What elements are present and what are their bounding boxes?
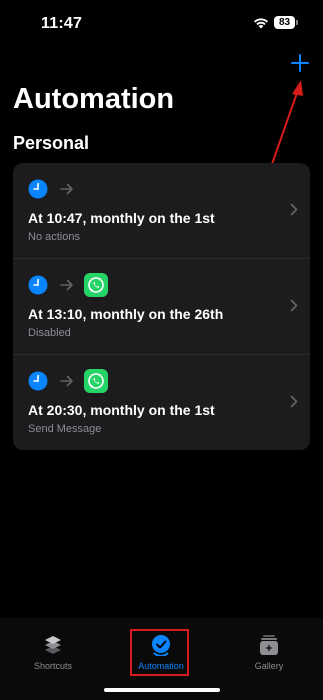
clock-icon (28, 371, 48, 391)
automation-subtitle: No actions (28, 231, 80, 243)
automation-item[interactable]: At 10:47, monthly on the 1st No actions (13, 163, 310, 259)
clock-icon (28, 275, 48, 295)
whatsapp-icon (84, 369, 108, 393)
automation-icons (28, 177, 74, 201)
plus-icon (291, 54, 309, 72)
section-title: Personal (13, 133, 90, 153)
chevron-right-icon (290, 203, 298, 216)
tab-gallery[interactable]: Gallery (229, 634, 309, 680)
status-bar: 11:47 83 (0, 0, 323, 48)
whatsapp-icon (84, 273, 108, 297)
battery-indicator: 83 (274, 16, 295, 29)
add-automation-button[interactable] (290, 53, 310, 73)
home-indicator[interactable] (104, 688, 220, 692)
wifi-icon (254, 18, 268, 29)
clock-icon (28, 179, 48, 199)
automation-title: At 20:30, monthly on the 1st (28, 402, 215, 418)
battery-nub (296, 20, 298, 25)
page-title: Automation (13, 83, 175, 115)
tab-label: Automation (138, 661, 184, 671)
tab-shortcuts[interactable]: Shortcuts (13, 634, 93, 680)
automation-clock-icon (152, 635, 170, 656)
arrow-right-icon (60, 375, 73, 387)
automation-icons (28, 369, 108, 393)
automation-title: At 10:47, monthly on the 1st (28, 210, 215, 226)
arrow-right-icon (60, 279, 73, 291)
automation-item[interactable]: At 20:30, monthly on the 1st Send Messag… (13, 355, 310, 450)
tab-label: Shortcuts (33, 661, 73, 671)
arrow-right-icon (60, 183, 73, 195)
automation-list: At 10:47, monthly on the 1st No actions (13, 163, 310, 450)
automation-item[interactable]: At 13:10, monthly on the 26th Disabled (13, 259, 310, 355)
automation-title: At 13:10, monthly on the 26th (28, 306, 224, 322)
automation-subtitle: Disabled (28, 327, 71, 339)
chevron-right-icon (290, 299, 298, 312)
tab-automation[interactable]: Automation (121, 634, 201, 680)
status-time: 11:47 (41, 15, 83, 32)
tab-label: Gallery (254, 661, 284, 671)
chevron-right-icon (290, 395, 298, 408)
automation-subtitle: Send Message (28, 423, 102, 435)
gallery-icon (260, 635, 278, 655)
stack-icon (45, 636, 61, 654)
automation-icons (28, 273, 108, 297)
